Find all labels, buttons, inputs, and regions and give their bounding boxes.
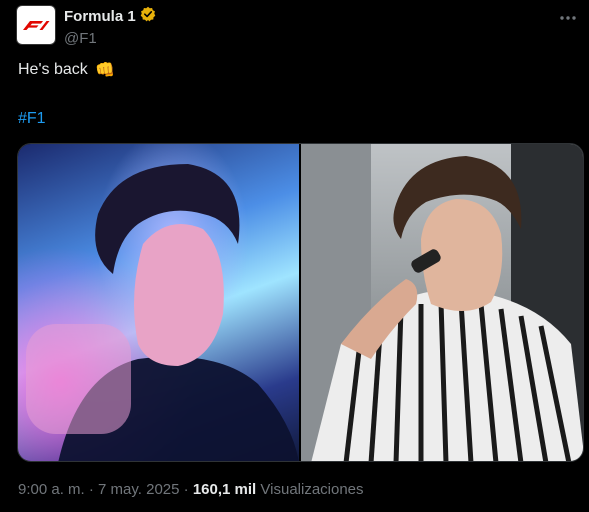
tweet-metadata: 9:00 a. m. · 7 may. 2025 · 160,1 mil Vis… bbox=[18, 481, 364, 498]
media-photo-2[interactable] bbox=[301, 144, 583, 461]
author-block: Formula 1 @F1 bbox=[64, 6, 156, 47]
more-options-icon[interactable] bbox=[559, 8, 577, 26]
avatar[interactable] bbox=[16, 5, 56, 45]
media-photo-1[interactable] bbox=[18, 144, 299, 461]
post-time[interactable]: 9:00 a. m. bbox=[18, 481, 85, 498]
fist-emoji-icon: 👊 bbox=[95, 62, 116, 79]
display-name[interactable]: Formula 1 bbox=[64, 8, 136, 25]
meta-separator-2: · bbox=[183, 481, 189, 498]
post-text-content: He's back bbox=[18, 61, 88, 79]
post-date[interactable]: 7 may. 2025 bbox=[98, 481, 179, 498]
views-label: Visualizaciones bbox=[260, 481, 364, 498]
f1-logo-icon bbox=[23, 21, 50, 30]
post-text: He's back 👊 bbox=[18, 60, 115, 80]
meta-separator: · bbox=[88, 481, 94, 498]
media-grid bbox=[17, 143, 584, 462]
verified-badge-icon bbox=[140, 6, 156, 27]
account-handle[interactable]: @F1 bbox=[64, 30, 156, 47]
hashtag-link[interactable]: #F1 bbox=[18, 110, 46, 128]
views-count: 160,1 mil bbox=[192, 481, 257, 498]
